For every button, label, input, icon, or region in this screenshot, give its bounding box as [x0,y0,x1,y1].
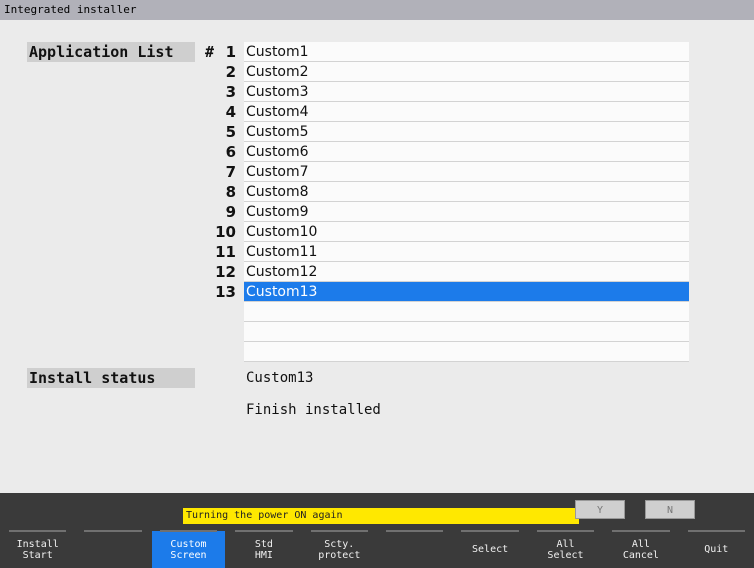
prompt-message: Turning the power ON again [183,508,579,524]
number-column-header: # [205,43,215,61]
row-number: 11 [215,243,236,261]
list-item[interactable] [244,322,689,342]
row-number: 3 [225,83,236,101]
function-key-4[interactable]: Std HMI [227,530,300,568]
list-item[interactable]: Custom10 [244,222,689,242]
list-item[interactable]: Custom6 [244,142,689,162]
list-item[interactable]: Custom12 [244,262,689,282]
row-number: 7 [225,163,236,181]
row-number: 10 [215,223,236,241]
function-key-bar: Install Start Custom Screen Std HMI Scty. p… [0,530,754,568]
function-key-1[interactable]: Install Start [1,530,74,568]
application-list-label: Application List [27,42,195,62]
row-number: 6 [225,143,236,161]
list-item[interactable]: Custom3 [244,82,689,102]
list-item[interactable]: Custom5 [244,122,689,142]
install-status-result: Finish installed [246,402,381,418]
application-list[interactable]: Custom1 Custom2 Custom3 Custom4 Custom5 Custo… [244,42,689,362]
function-key-6[interactable] [378,530,451,568]
row-number: 12 [215,263,236,281]
list-item[interactable]: Custom13 [244,282,689,302]
yes-button[interactable]: Y [575,500,625,519]
list-item[interactable]: Custom7 [244,162,689,182]
row-number: 13 [215,283,236,301]
function-key-2[interactable] [76,530,149,568]
list-item[interactable] [244,302,689,322]
row-number: 8 [225,183,236,201]
list-item[interactable] [244,342,689,362]
list-item[interactable]: Custom8 [244,182,689,202]
function-key-3[interactable]: Custom Screen [151,530,226,568]
function-key-5[interactable]: Scty. protect [303,530,376,568]
list-item[interactable]: Custom11 [244,242,689,262]
list-item[interactable]: Custom4 [244,102,689,122]
function-key-9[interactable]: All Cancel [604,530,677,568]
install-status-current: Custom13 [246,370,314,386]
window-title: Integrated installer [0,0,754,20]
row-number: 1 [225,43,236,61]
function-key-8[interactable]: All Select [529,530,602,568]
list-item[interactable]: Custom1 [244,42,689,62]
row-number: 9 [225,203,236,221]
list-item[interactable]: Custom2 [244,62,689,82]
install-status-label: Install status [27,368,195,388]
row-number: 5 [225,123,236,141]
row-number: 4 [225,103,236,121]
row-number: 2 [225,63,236,81]
function-key-10[interactable]: Quit [680,530,753,568]
function-key-7[interactable]: Select [453,530,526,568]
no-button[interactable]: N [645,500,695,519]
list-item[interactable]: Custom9 [244,202,689,222]
